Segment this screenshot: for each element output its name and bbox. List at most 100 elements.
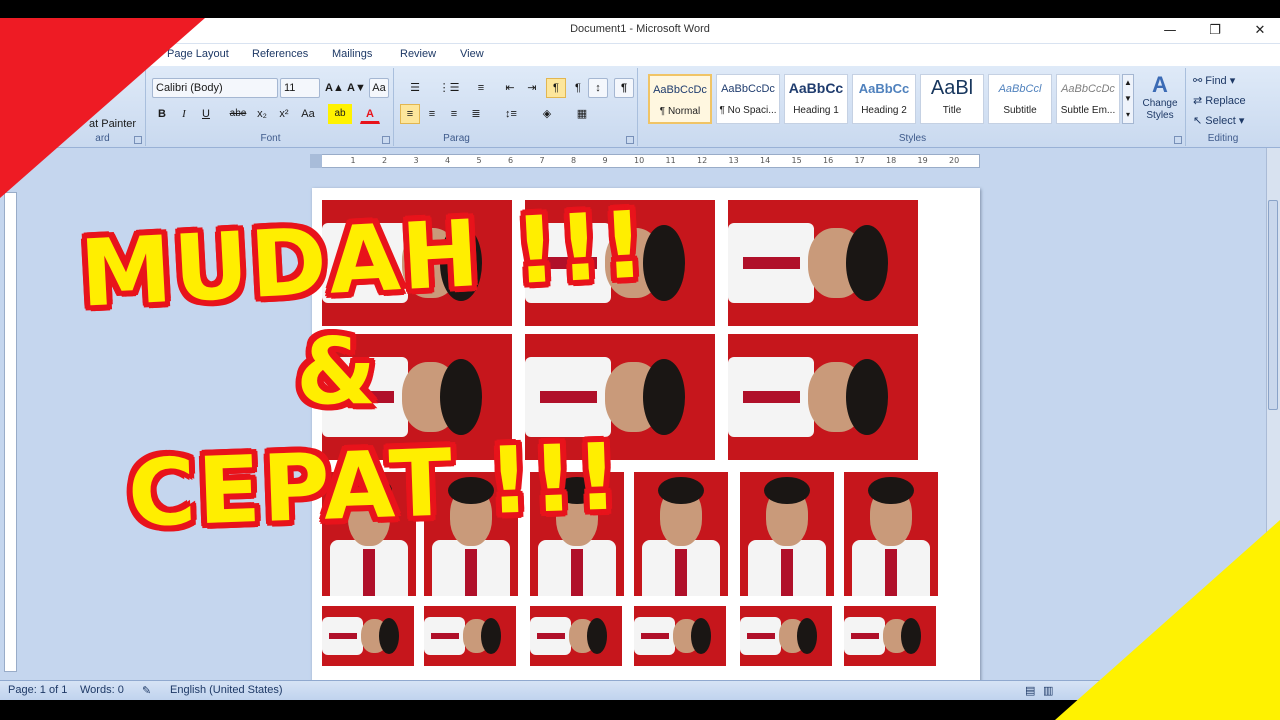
numbering-icon[interactable]: ⋮☰	[434, 78, 464, 98]
language-status[interactable]: English (United States)	[170, 684, 283, 696]
passport-photo[interactable]	[844, 472, 938, 596]
replace-button[interactable]: ⇄ Replace	[1192, 91, 1256, 111]
ruler-tick: 1	[350, 156, 356, 165]
increase-indent-icon[interactable]: ⇥	[522, 78, 542, 98]
align-right-icon[interactable]: ≡	[444, 104, 464, 124]
replace-label: Replace	[1205, 95, 1246, 107]
style-heading-1[interactable]: AaBbCc Heading 1	[784, 74, 848, 124]
tab-references[interactable]: References	[252, 48, 308, 60]
align-left-icon[interactable]: ≡	[400, 104, 420, 124]
find-button[interactable]: ⚯ Find ▾	[1192, 71, 1256, 91]
tab-view[interactable]: View	[460, 48, 484, 60]
passport-photo[interactable]	[322, 606, 414, 666]
styles-group: AaBbCcDc ¶ Normal AaBbCcDc ¶ No Spaci...…	[640, 68, 1186, 146]
align-center-icon[interactable]: ≡	[422, 104, 442, 124]
shading-icon[interactable]: ◈	[532, 104, 562, 124]
paragraph-group-label: Parag	[443, 133, 470, 144]
superscript-button[interactable]: x²	[274, 104, 294, 124]
ruler-tick: 9	[602, 156, 608, 165]
print-layout-icon[interactable]: ▤	[1025, 684, 1035, 697]
styles-group-label: Styles	[898, 133, 927, 144]
replace-icon: ⇄	[1193, 95, 1206, 107]
change-styles-label: Change Styles	[1142, 98, 1178, 121]
word-window: Document1 - Microsoft Word — ❐ ✕ Page La…	[0, 0, 1280, 720]
red-corner-triangle	[0, 18, 205, 198]
style-heading-2[interactable]: AaBbCc Heading 2	[852, 74, 916, 124]
ruler-tick: 14	[760, 156, 771, 165]
select-button[interactable]: ↖ Select ▾	[1192, 111, 1256, 131]
cursor-icon: ↖	[1193, 115, 1206, 127]
shrink-font-button[interactable]: A▼	[346, 78, 366, 98]
paragraph-launcher-icon[interactable]	[626, 136, 634, 144]
passport-photo[interactable]	[844, 606, 936, 666]
borders-icon[interactable]: ▦	[568, 104, 596, 124]
grow-font-button[interactable]: A▲	[324, 78, 344, 98]
decrease-indent-icon[interactable]: ⇤	[500, 78, 520, 98]
change-styles-button[interactable]: A Change Styles	[1138, 72, 1182, 130]
minimize-button[interactable]: —	[1150, 20, 1190, 42]
horizontal-ruler[interactable]: 1 2 3 4 5 6 7 8 9 10 11 12 13 14 15 16 17 18 19 20	[310, 154, 980, 168]
proofing-icon[interactable]: ✎	[142, 684, 151, 697]
style-subtitle[interactable]: AaBbCcl Subtitle	[988, 74, 1052, 124]
style-subtle-emphasis[interactable]: AaBbCcDc Subtle Em...	[1056, 74, 1120, 124]
multilevel-list-icon[interactable]: ≡	[468, 78, 494, 98]
clear-formatting-button[interactable]: Aa	[369, 78, 389, 98]
maximize-button[interactable]: ❐	[1195, 20, 1235, 42]
ltr-direction-icon[interactable]: ¶	[546, 78, 566, 98]
vertical-ruler[interactable]	[4, 192, 17, 672]
change-case-button[interactable]: Aa	[296, 104, 320, 124]
passport-photo[interactable]	[740, 606, 832, 666]
style-sample: AaBbCcDc	[1061, 83, 1115, 95]
full-screen-reading-icon[interactable]: ▥	[1043, 684, 1053, 697]
passport-photo[interactable]	[728, 200, 918, 326]
tab-review[interactable]: Review	[400, 48, 436, 60]
style-name: Subtitle	[1003, 105, 1037, 116]
passport-photo[interactable]	[740, 472, 834, 596]
word-count[interactable]: Words: 0	[80, 684, 124, 696]
font-launcher-icon[interactable]	[382, 136, 390, 144]
style-sample: AaBl	[930, 77, 974, 99]
close-button[interactable]: ✕	[1240, 20, 1280, 42]
subscript-button[interactable]: x₂	[252, 104, 272, 124]
passport-photo[interactable]	[728, 334, 918, 460]
tab-mailings[interactable]: Mailings	[332, 48, 372, 60]
ruler-tick: 16	[823, 156, 834, 165]
ruler-tick: 4	[445, 156, 451, 165]
ruler-margin-left	[310, 154, 322, 168]
ruler-tick: 13	[728, 156, 739, 165]
select-label: Select	[1205, 115, 1236, 127]
sort-icon[interactable]: ↕	[588, 78, 608, 98]
font-color-button[interactable]: A	[360, 104, 380, 124]
highlight-button[interactable]: ab	[328, 104, 352, 124]
ruler-tick: 8	[571, 156, 577, 165]
ruler-tick: 3	[413, 156, 419, 165]
show-marks-icon[interactable]: ¶	[614, 78, 634, 98]
style-no-spacing[interactable]: AaBbCcDc ¶ No Spaci...	[716, 74, 780, 124]
yellow-corner-triangle	[1055, 520, 1280, 720]
overlay-ampersand: &	[296, 318, 379, 425]
change-styles-icon: A	[1152, 72, 1168, 97]
binoculars-icon: ⚯	[1193, 75, 1206, 87]
page-count[interactable]: Page: 1 of 1	[8, 684, 67, 696]
style-title[interactable]: AaBl Title	[920, 74, 984, 124]
styles-launcher-icon[interactable]	[1174, 136, 1182, 144]
ruler-tick: 18	[886, 156, 897, 165]
ruler-tick: 10	[634, 156, 645, 165]
passport-photo[interactable]	[530, 606, 622, 666]
ruler-tick: 5	[476, 156, 482, 165]
passport-photo[interactable]	[634, 472, 728, 596]
style-name: Title	[942, 105, 962, 116]
passport-photo[interactable]	[424, 606, 516, 666]
rtl-direction-icon[interactable]: ¶	[568, 78, 588, 98]
style-normal[interactable]: AaBbCcDc ¶ Normal	[648, 74, 712, 124]
strikethrough-button[interactable]: abe	[226, 104, 250, 124]
ruler-tick: 17	[854, 156, 865, 165]
line-spacing-icon[interactable]: ↕≡	[496, 104, 526, 124]
find-label: Find	[1205, 75, 1227, 87]
justify-icon[interactable]: ≣	[466, 104, 486, 124]
font-size-select[interactable]: 11	[280, 78, 320, 98]
bullets-icon[interactable]: ☰	[400, 78, 430, 98]
scrollbar-thumb[interactable]	[1268, 200, 1278, 410]
styles-scroll-icon[interactable]: ▲ ▼ ▾	[1122, 74, 1134, 124]
passport-photo[interactable]	[634, 606, 726, 666]
